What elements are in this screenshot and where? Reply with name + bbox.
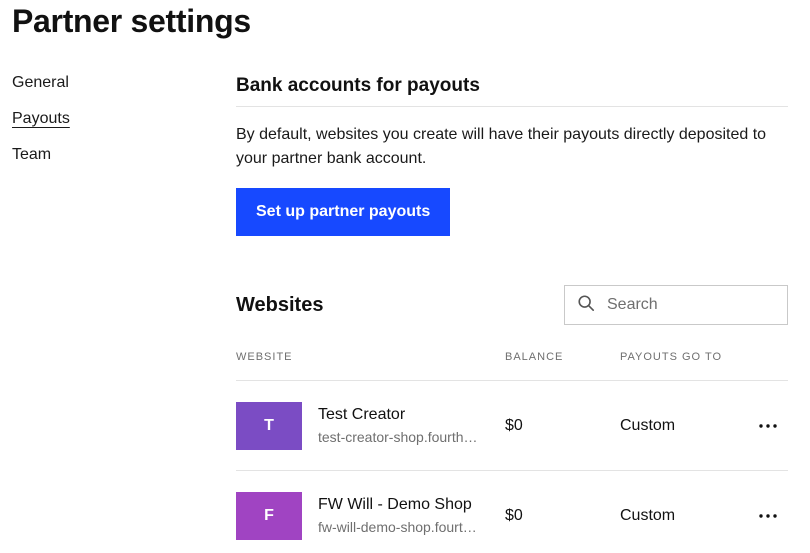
more-horizontal-icon[interactable] [756,504,780,528]
website-balance: $0 [505,417,523,434]
bank-accounts-title: Bank accounts for payouts [236,72,788,107]
search-input[interactable] [607,296,777,314]
table-header: Website Balance Payouts go to [236,340,788,381]
sidebar-item-payouts[interactable]: Payouts [12,108,172,130]
search-box[interactable] [564,285,788,325]
website-name[interactable]: Test Creator [318,405,405,425]
table-row[interactable]: F FW Will - Demo Shop fw-will-demo-shop.… [236,471,788,553]
more-horizontal-icon[interactable] [756,414,780,438]
column-header-balance: Balance [505,351,564,363]
sidebar-item-team[interactable]: Team [12,144,172,166]
column-header-website: Website [236,351,293,363]
page-title: Partner settings [12,3,251,39]
websites-header: Websites [236,285,788,325]
sidebar-item-general[interactable]: General [12,72,172,94]
settings-sidebar: General Payouts Team [12,72,172,180]
websites-title: Websites [236,294,324,316]
payouts-main: Bank accounts for payouts By default, we… [236,72,788,540]
website-thumbnail: F [236,492,302,540]
column-header-payouts-go-to: Payouts go to [620,351,723,363]
website-balance: $0 [505,507,523,524]
website-payouts-destination: Custom [620,417,676,434]
website-name[interactable]: FW Will - Demo Shop [318,495,472,515]
table-row[interactable]: T Test Creator test-creator-shop.fourthw… [236,381,788,471]
website-url: fw-will-demo-shop.fourthwall.com [318,519,482,535]
website-thumbnail: T [236,402,302,450]
website-payouts-destination: Custom [620,507,676,524]
websites-table: Website Balance Payouts go to T Test Cre… [236,340,788,553]
website-url: test-creator-shop.fourthwall.com [318,429,482,445]
bank-accounts-description: By default, websites you create will hav… [236,126,767,167]
setup-partner-payouts-button[interactable]: Set up partner payouts [236,188,451,236]
search-icon [577,294,595,317]
